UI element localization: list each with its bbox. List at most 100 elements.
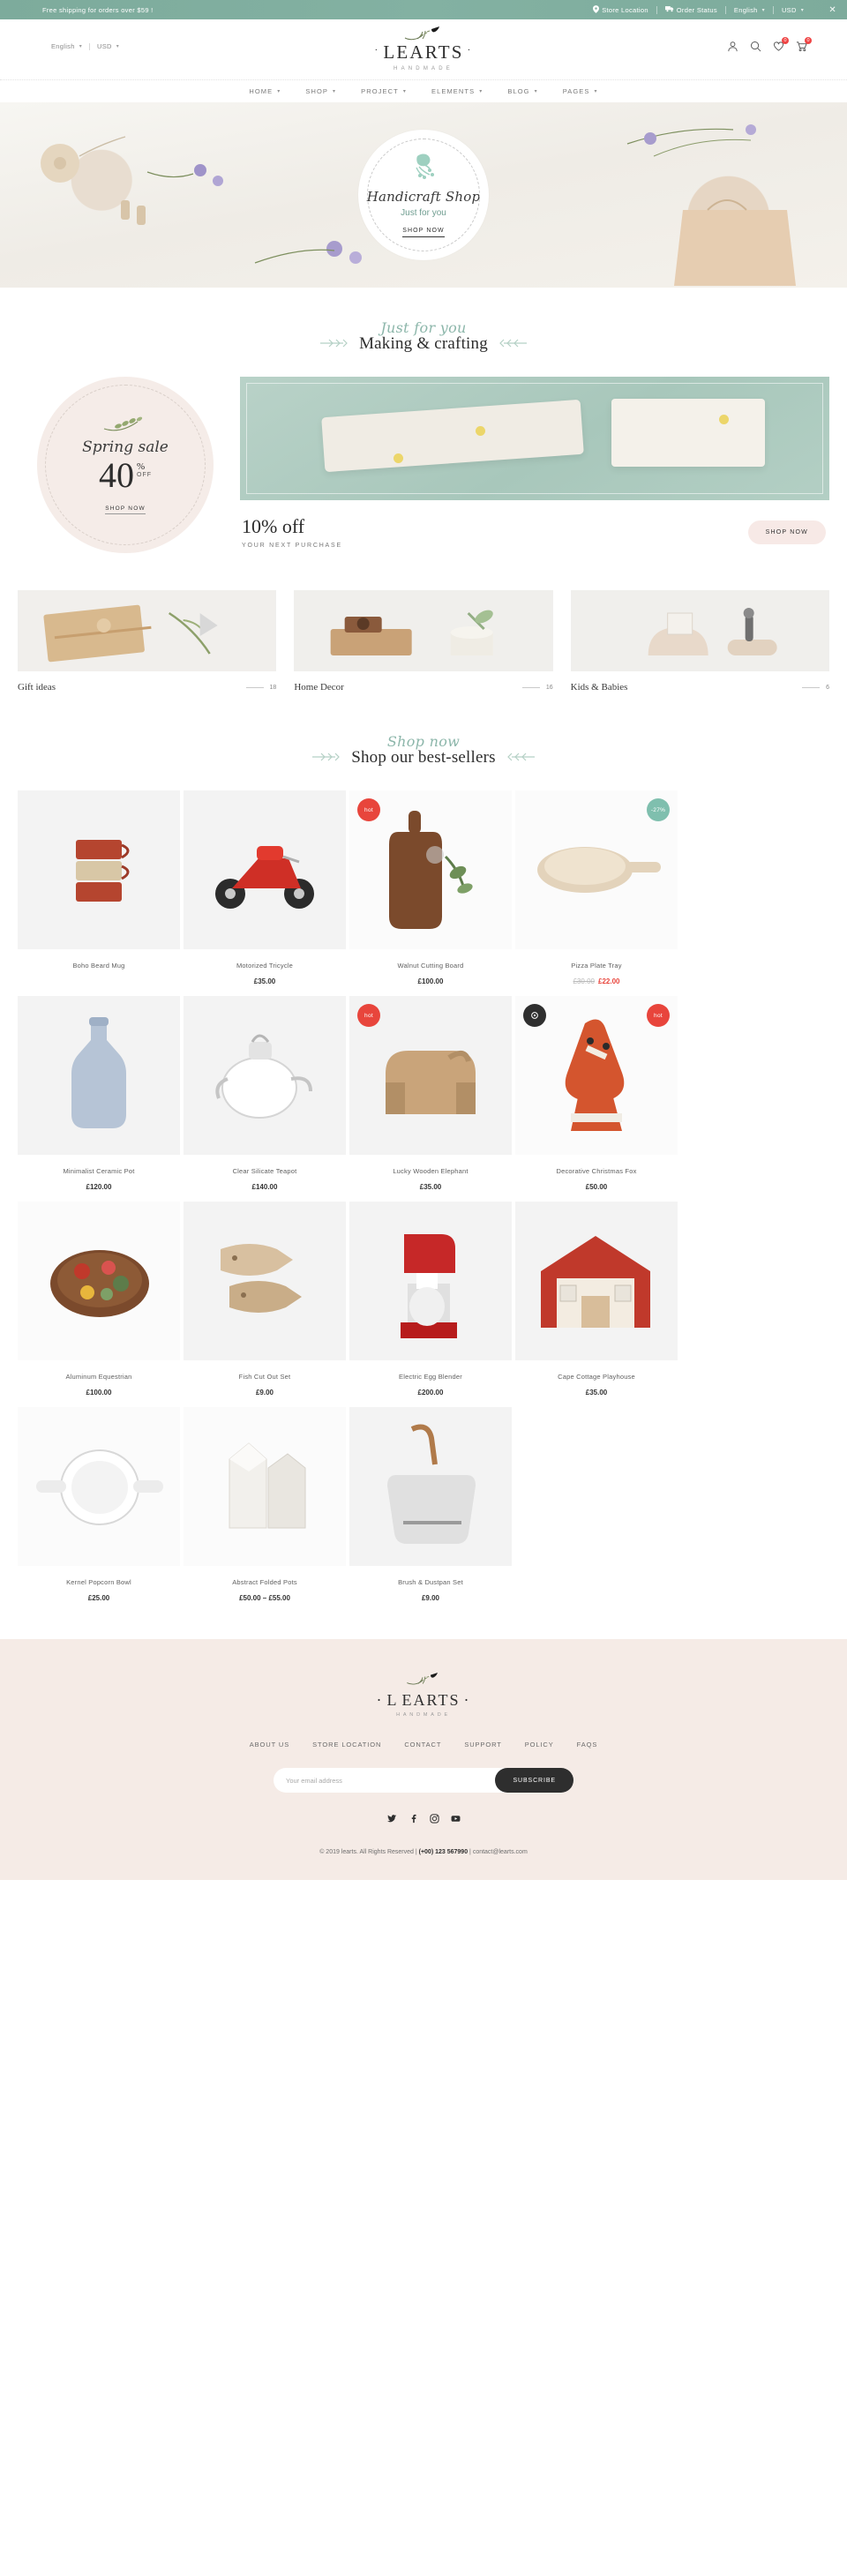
newsletter-email-input[interactable] xyxy=(286,1776,496,1785)
subscribe-button[interactable]: SUBSCRIBE xyxy=(495,1768,573,1793)
search-button[interactable] xyxy=(750,41,761,52)
spring-sale-promo[interactable]: Spring sale 40 % OFF SHOP NOW xyxy=(37,377,222,553)
product-name: Electric Egg Blender xyxy=(399,1373,462,1381)
product-image[interactable] xyxy=(18,1202,180,1360)
product-image[interactable] xyxy=(184,790,346,949)
category-card[interactable]: Home Decor 16 xyxy=(294,590,553,693)
nav-item-blog[interactable]: BLOG ▾ xyxy=(507,87,537,95)
footer-link-store-location[interactable]: STORE LOCATION xyxy=(312,1741,381,1749)
site-logo[interactable]: · LEARTS · HANDMADE xyxy=(0,26,847,71)
divider-line xyxy=(802,686,821,688)
product-card[interactable]: Brush & Dustpan Set £9.00 xyxy=(349,1407,512,1602)
topbar-currency-selector[interactable]: USD ▾ xyxy=(774,6,812,14)
wishlist-button[interactable]: 0 xyxy=(773,37,789,52)
product-price: £9.00 xyxy=(255,1389,274,1397)
branch-heart-icon xyxy=(403,26,444,42)
product-price-row: £140.00 xyxy=(184,1183,346,1191)
product-image[interactable] xyxy=(18,996,180,1155)
chevron-down-icon: ▾ xyxy=(402,89,407,94)
product-image[interactable] xyxy=(349,1407,512,1566)
product-card[interactable]: Electric Egg Blender £200.00 xyxy=(349,1202,512,1397)
product-image[interactable] xyxy=(349,1202,512,1360)
product-image[interactable]: -27% xyxy=(515,790,678,949)
product-info: Minimalist Ceramic Pot £120.00 xyxy=(18,1155,180,1191)
product-image[interactable] xyxy=(18,1407,180,1566)
logo-dot-left: · xyxy=(374,44,380,56)
nav-item-shop[interactable]: SHOP ▾ xyxy=(305,87,336,95)
product-card[interactable]: Kernel Popcorn Bowl £25.00 xyxy=(18,1407,180,1602)
product-image[interactable] xyxy=(18,790,180,949)
close-icon[interactable]: ✕ xyxy=(828,5,836,15)
product-image[interactable] xyxy=(184,996,346,1155)
product-card[interactable]: Motorized Tricycle £35.00 xyxy=(184,790,346,985)
product-card[interactable]: Aluminum Equestrian £100.00 xyxy=(18,1202,180,1397)
product-badge: -27% xyxy=(647,798,670,821)
footer-logo-wordmark: · L EARTS · xyxy=(0,1691,847,1710)
nav-item-elements[interactable]: ELEMENTS ▾ xyxy=(431,87,483,95)
making-crafting-heading: Just for you Making & crafting xyxy=(0,288,847,377)
category-count: 18 xyxy=(269,684,277,691)
nav-item-project[interactable]: PROJECT ▾ xyxy=(361,87,407,95)
footer-link-contact[interactable]: CONTACT xyxy=(404,1741,441,1749)
nav-item-home[interactable]: HOME ▾ xyxy=(249,87,281,95)
product-name: Walnut Cutting Board xyxy=(397,962,464,970)
store-location-link[interactable]: Store Location xyxy=(585,4,656,15)
product-price: £50.00 xyxy=(585,1183,608,1191)
footer-link-about-us[interactable]: ABOUT US xyxy=(250,1741,289,1749)
product-image[interactable] xyxy=(515,1202,678,1360)
ceramic-plate-image xyxy=(611,399,765,468)
product-info: Abstract Folded Pots £50.00 – £55.00 xyxy=(184,1566,346,1602)
product-image[interactable] xyxy=(184,1202,346,1360)
product-card[interactable]: Minimalist Ceramic Pot £120.00 xyxy=(18,996,180,1191)
offer-promo: 10% off YOUR NEXT PURCHASE SHOP NOW xyxy=(240,377,829,549)
twitter-icon[interactable] xyxy=(386,1814,397,1826)
youtube-icon[interactable] xyxy=(451,1814,461,1826)
account-button[interactable] xyxy=(727,41,738,52)
product-price: £9.00 xyxy=(421,1594,440,1602)
footer-phone[interactable]: (+00) 123 567990 xyxy=(419,1849,468,1855)
chevron-down-icon: ▾ xyxy=(479,89,483,94)
product-name: Abstract Folded Pots xyxy=(232,1578,297,1586)
product-info: Fish Cut Out Set £9.00 xyxy=(184,1360,346,1397)
footer-email[interactable]: contact@learts.com xyxy=(473,1849,528,1855)
product-card[interactable]: hot Lucky Wooden Elephant £35.00 xyxy=(349,996,512,1191)
footer-link-faqs[interactable]: FAQS xyxy=(577,1741,598,1749)
product-wishlist-icon[interactable] xyxy=(523,1004,546,1027)
product-image[interactable]: hot xyxy=(349,790,512,949)
topbar-language-selector[interactable]: English ▾ xyxy=(726,6,773,14)
product-name: Kernel Popcorn Bowl xyxy=(66,1578,131,1586)
chevron-down-icon: ▾ xyxy=(761,7,765,13)
cart-button[interactable]: 0 xyxy=(796,37,812,52)
offer-shop-now-button[interactable]: SHOP NOW xyxy=(747,520,826,545)
offer-title: 10% off xyxy=(242,515,305,537)
footer-link-support[interactable]: SUPPORT xyxy=(464,1741,501,1749)
product-image[interactable]: hot xyxy=(349,996,512,1155)
making-title: Making & crafting xyxy=(359,334,488,353)
product-card[interactable]: Fish Cut Out Set £9.00 xyxy=(184,1202,346,1397)
logo-wordmark: · LEARTS · xyxy=(374,41,472,64)
chevron-down-icon: ▾ xyxy=(594,89,598,94)
product-card[interactable]: -27% Pizza Plate Tray £30.00 £22.00 xyxy=(515,790,678,985)
order-status-link[interactable]: Order Status xyxy=(657,5,725,14)
category-card[interactable]: Kids & Babies 6 xyxy=(570,590,829,693)
promo-section: Spring sale 40 % OFF SHOP NOW 10% off YO… xyxy=(0,377,847,553)
header-actions: 0 0 xyxy=(727,37,812,52)
product-name: Clear Silicate Teapot xyxy=(232,1167,297,1175)
product-card[interactable]: Abstract Folded Pots £50.00 – £55.00 xyxy=(184,1407,346,1602)
nav-item-pages[interactable]: PAGES ▾ xyxy=(563,87,598,95)
product-image[interactable] xyxy=(184,1407,346,1566)
product-card[interactable]: Clear Silicate Teapot £140.00 xyxy=(184,996,346,1191)
footer-logo[interactable]: · L EARTS · HANDMADE xyxy=(0,1673,847,1718)
product-name: Motorized Tricycle xyxy=(236,962,294,970)
category-card[interactable]: Gift ideas 18 xyxy=(18,590,277,693)
product-card[interactable]: Cape Cottage Playhouse £35.00 xyxy=(515,1202,678,1397)
footer-link-policy[interactable]: POLICY xyxy=(525,1741,554,1749)
product-card[interactable]: Boho Beard Mug xyxy=(18,790,180,985)
product-badge: hot xyxy=(357,798,380,821)
product-image[interactable]: hot xyxy=(515,996,678,1155)
product-card[interactable]: hot Walnut Cutting Board £100.00 xyxy=(349,790,512,985)
facebook-icon[interactable] xyxy=(409,1814,418,1826)
product-card[interactable]: hot Decorative Christmas Fox £50.00 xyxy=(515,996,678,1191)
hero-dashed-ring xyxy=(367,139,480,251)
instagram-icon[interactable] xyxy=(429,1814,439,1826)
